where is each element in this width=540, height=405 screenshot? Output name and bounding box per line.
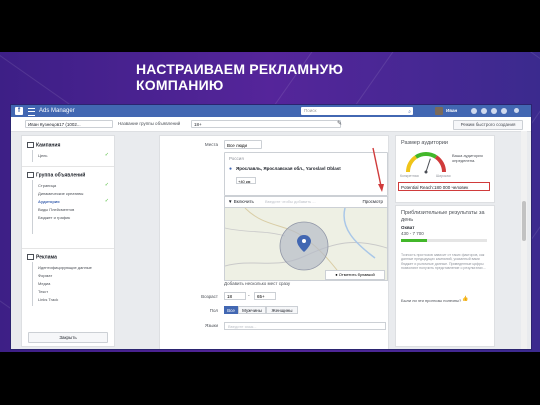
- menu-icon[interactable]: [28, 108, 35, 116]
- adset-name-label: Название группы объявлений: [118, 121, 181, 126]
- targeting-panel: Места Все люди Россия ● Ярославль, Яросл…: [159, 135, 389, 349]
- results-title: Приблизительные результаты за: [401, 210, 485, 216]
- sidebar-item-page[interactable]: Страница: [38, 183, 56, 188]
- sidebar-item-text[interactable]: Текст: [38, 289, 48, 294]
- places-dropdown[interactable]: Все люди: [224, 140, 262, 149]
- slide-title: НАСТРАИВАЕМ РЕКЛАМНУЮ КОМПАНИЮ: [136, 61, 344, 93]
- browse-link[interactable]: Просмотр: [362, 198, 383, 206]
- app-title: Ads Manager: [39, 108, 75, 114]
- ads-manager-screenshot: f Ads Manager Поиск ⌕ Иван Иван Кузнецов…: [10, 104, 532, 350]
- audience-gauge: [405, 151, 447, 174]
- gender-male-button[interactable]: Мужчины: [238, 306, 266, 314]
- results-disclaimer: Точность прогнозов зависит от таких факт…: [401, 253, 486, 271]
- tree-line: [32, 262, 33, 306]
- avatar[interactable]: [435, 107, 443, 115]
- thumbs-up-icon[interactable]: 👍: [462, 296, 468, 302]
- quick-create-button[interactable]: Режим быстрого создания: [453, 120, 523, 130]
- results-period: день: [401, 217, 414, 223]
- help-icon[interactable]: [501, 108, 507, 114]
- age-separator: -: [248, 293, 250, 299]
- sidebar-adset-header[interactable]: Группа объявлений: [27, 172, 85, 178]
- location-pin-icon: ●: [229, 166, 233, 172]
- sidebar-item-format[interactable]: Формат: [38, 273, 52, 278]
- location-country: Россия: [229, 156, 244, 161]
- audience-definition: Ваша аудитория определена.: [452, 153, 483, 163]
- location-box: Россия ● Ярославль, Ярославская обл., Ya…: [224, 152, 388, 196]
- facebook-top-bar: f Ads Manager Поиск ⌕ Иван: [11, 105, 531, 117]
- messages-icon[interactable]: [481, 108, 487, 114]
- divider: [22, 166, 114, 167]
- sidebar-item-dynamic-creative[interactable]: Динамические креативы: [38, 191, 83, 196]
- bulk-add-link[interactable]: Добавить несколько мест сразу: [224, 281, 290, 286]
- divider: [22, 248, 114, 249]
- audience-size-panel: Размер аудитории Ваша аудитория определе…: [395, 135, 495, 203]
- dropdown-icon[interactable]: [514, 108, 519, 113]
- scrollbar[interactable]: [521, 131, 527, 349]
- sidebar-item-placements[interactable]: Виды Плейсментов: [38, 207, 74, 212]
- results-reach-value: 430 - 7 700: [401, 231, 424, 236]
- adset-name-field[interactable]: 18+: [191, 120, 341, 128]
- gauge-needle: [425, 158, 431, 173]
- close-button[interactable]: Закрыть: [28, 332, 108, 343]
- sidebar-item-media[interactable]: Медиа: [38, 281, 50, 286]
- location-search-input[interactable]: Введите чтобы добавить ...: [265, 198, 316, 206]
- results-feedback-question: Были ли эти прогнозы полезны?: [401, 298, 462, 303]
- user-name[interactable]: Иван: [446, 107, 457, 115]
- gender-label: Пол: [209, 308, 218, 313]
- gauge-label-broad: Широкая: [436, 174, 451, 178]
- gender-all-button[interactable]: Все: [224, 306, 238, 314]
- language-label: Языки: [204, 323, 218, 328]
- age-from-dropdown[interactable]: 18: [224, 292, 246, 300]
- search-input[interactable]: Поиск ⌕: [301, 107, 413, 115]
- tree-line: [32, 180, 33, 234]
- sidebar-item-identity[interactable]: Идентифицирующие данные: [38, 265, 92, 270]
- bottom-letterbox: [0, 352, 540, 405]
- age-to-dropdown[interactable]: 65+: [254, 292, 276, 300]
- ads-subbar: Иван Кузнецов17 (1002... Название группы…: [11, 117, 531, 132]
- estimated-results-panel: Приблизительные результаты за день Охват…: [395, 205, 495, 347]
- friends-icon[interactable]: [471, 108, 477, 114]
- annotation-arrow: [372, 147, 384, 192]
- edit-icon[interactable]: ✎: [337, 120, 342, 128]
- places-label: Места: [204, 142, 218, 147]
- check-icon: ✓: [104, 152, 109, 158]
- search-icon[interactable]: ⌕: [408, 108, 411, 116]
- sidebar-item-goal[interactable]: Цель: [38, 153, 47, 158]
- include-dropdown[interactable]: ▼ Включить: [228, 198, 254, 206]
- drop-pin-button[interactable]: ● Отметить булавкой: [325, 270, 385, 280]
- results-reach-bar-fill: [401, 239, 427, 242]
- adset-icon: [27, 172, 34, 178]
- sidebar: Кампания Цель ✓ Группа объявлений Страни…: [21, 135, 115, 347]
- campaign-select[interactable]: Иван Кузнецов17 (1002...: [25, 120, 113, 128]
- sidebar-campaign-header[interactable]: Кампания: [27, 142, 60, 148]
- location-map[interactable]: ● Отметить булавкой: [224, 207, 388, 281]
- sidebar-ad-header[interactable]: Реклама: [27, 254, 57, 260]
- age-label: Возраст: [201, 294, 218, 299]
- check-icon: ✓: [104, 198, 109, 204]
- campaign-icon: [27, 142, 34, 148]
- gauge-label-specific: Конкретная: [400, 174, 419, 178]
- language-input[interactable]: Введите язык...: [224, 322, 386, 330]
- gender-female-button[interactable]: Женщины: [266, 306, 298, 314]
- audience-title: Размер аудитории: [401, 140, 448, 146]
- results-reach-label: Охват: [401, 225, 415, 230]
- location-name[interactable]: Ярославль, Ярославская обл., Yaroslavl O…: [236, 166, 341, 171]
- sidebar-item-budget[interactable]: Бюджет и график: [38, 215, 70, 220]
- facebook-logo-icon[interactable]: f: [15, 107, 23, 115]
- search-placeholder: Поиск: [304, 108, 317, 113]
- radius-dropdown[interactable]: +40 км: [236, 177, 256, 184]
- sidebar-item-audience[interactable]: Аудитория: [38, 199, 60, 204]
- sidebar-item-links[interactable]: Links Track: [38, 297, 58, 302]
- top-letterbox: [0, 0, 540, 52]
- notifications-icon[interactable]: [491, 108, 497, 114]
- check-icon: ✓: [104, 182, 109, 188]
- scroll-thumb[interactable]: [522, 201, 526, 241]
- results-reach-bar: [401, 239, 487, 242]
- ad-icon: [27, 254, 34, 260]
- potential-reach: Potential Reach:180 000 человек: [398, 182, 490, 191]
- tree-line: [32, 150, 33, 162]
